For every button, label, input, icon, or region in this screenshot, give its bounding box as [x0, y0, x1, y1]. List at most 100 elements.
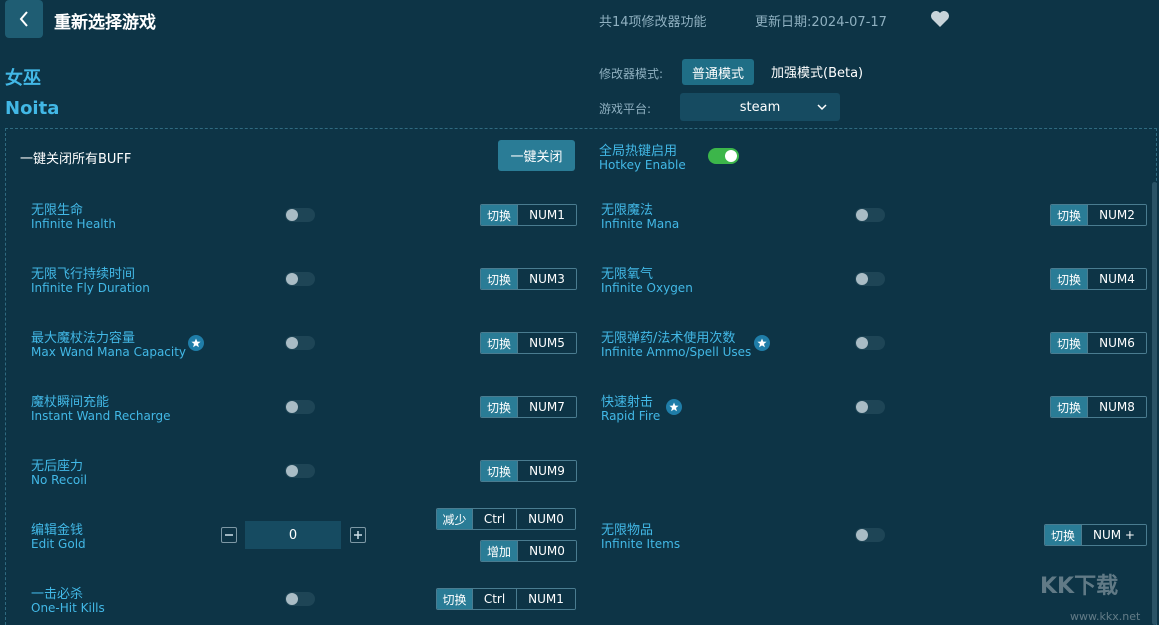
hotkey-group: 减少 Ctrl NUM0	[436, 508, 576, 530]
toggle-knob	[856, 401, 868, 413]
toggle-knob	[286, 337, 298, 349]
cheat-name-en: Rapid Fire	[601, 409, 661, 423]
decrease-action-button[interactable]: 减少	[437, 509, 472, 529]
hotkey: NUM2	[1087, 205, 1146, 225]
rapid-fire-toggle[interactable]	[855, 400, 885, 414]
hotkey-enable-label-en: Hotkey Enable	[599, 158, 686, 172]
infinite-ammo-toggle[interactable]	[855, 336, 885, 350]
update-date: 更新日期:2024-07-17	[755, 15, 887, 30]
toggle-knob	[856, 529, 868, 541]
toggle-action-button[interactable]: 切换	[1051, 397, 1087, 417]
infinite-items-toggle[interactable]	[855, 528, 885, 542]
hotkey-group: 切换 NUM +	[1044, 524, 1147, 546]
infinite-mana-toggle[interactable]	[855, 208, 885, 222]
chevron-down-icon	[817, 104, 827, 111]
plus-icon	[354, 531, 362, 539]
toggle-action-button[interactable]: 切换	[1051, 205, 1087, 225]
one-hit-kills-toggle[interactable]	[285, 592, 315, 606]
minus-icon	[225, 534, 233, 536]
toggle-knob	[286, 273, 298, 285]
hotkey-group: 切换 NUM8	[1050, 396, 1147, 418]
cheat-name-en: Max Wand Mana Capacity	[31, 345, 187, 359]
toggle-action-button[interactable]: 切换	[1045, 525, 1081, 545]
cheat-name-en: Infinite Health	[31, 217, 116, 231]
hotkey: NUM +	[1081, 525, 1146, 545]
platform-select[interactable]: steam	[680, 93, 840, 121]
cheat-name-cn: 魔杖瞬间充能	[31, 395, 110, 410]
hotkey: NUM0	[517, 541, 576, 561]
infinite-fly-duration-toggle[interactable]	[285, 272, 315, 286]
cheat-name-en: Infinite Oxygen	[601, 281, 693, 295]
increase-action-button[interactable]: 增加	[481, 541, 517, 561]
cheat-name-cn: 无限氧气	[601, 267, 654, 282]
toggle-action-button[interactable]: 切换	[1051, 269, 1087, 289]
toggle-knob	[286, 465, 298, 477]
cheat-name-cn: 一击必杀	[31, 587, 84, 602]
hotkey-group: 切换 NUM3	[480, 268, 577, 290]
close-all-label: 一键关闭所有BUFF	[20, 152, 132, 167]
toggle-action-button[interactable]: 切换	[481, 333, 517, 353]
toggle-action-button[interactable]: 切换	[481, 397, 517, 417]
feature-count: 共14项修改器功能	[599, 15, 707, 30]
toggle-action-button[interactable]: 切换	[1051, 333, 1087, 353]
cheat-name-en: Infinite Ammo/Spell Uses	[601, 345, 752, 359]
hotkey-group: 切换 NUM6	[1050, 332, 1147, 354]
hotkey: NUM9	[517, 461, 576, 481]
instant-wand-recharge-toggle[interactable]	[285, 400, 315, 414]
cheat-name-cn: 无限物品	[601, 523, 654, 538]
enhanced-mode-button[interactable]: 加强模式(Beta)	[771, 62, 863, 81]
star-icon	[188, 335, 204, 351]
hotkey: NUM1	[517, 205, 576, 225]
hotkey: NUM7	[517, 397, 576, 417]
hotkey-group: 增加 NUM0	[480, 540, 577, 562]
back-button[interactable]	[5, 0, 43, 38]
cheat-name-cn: 无限魔法	[601, 203, 654, 218]
cheat-name-cn: 无限生命	[31, 203, 84, 218]
hotkey: NUM3	[517, 269, 576, 289]
decrease-gold-button[interactable]	[221, 527, 237, 543]
hotkey-enable-toggle[interactable]	[708, 148, 739, 164]
cheat-name-cn: 快速射击	[601, 395, 654, 410]
increase-gold-button[interactable]	[350, 527, 366, 543]
hotkey-group: 切换 NUM4	[1050, 268, 1147, 290]
infinite-oxygen-toggle[interactable]	[855, 272, 885, 286]
toggle-knob	[856, 209, 868, 221]
toggle-action-button[interactable]: 切换	[481, 269, 517, 289]
toggle-action-button[interactable]: 切换	[437, 589, 472, 609]
close-all-button[interactable]: 一键关闭	[498, 140, 575, 171]
toggle-knob	[856, 273, 868, 285]
hotkey-group: 切换 NUM1	[480, 204, 577, 226]
no-recoil-toggle[interactable]	[285, 464, 315, 478]
normal-mode-button[interactable]: 普通模式	[682, 59, 754, 85]
toggle-knob	[856, 337, 868, 349]
scrollbar[interactable]	[1152, 182, 1157, 625]
hotkey-enable-label-cn: 全局热键启用	[599, 144, 678, 159]
platform-value: steam	[739, 99, 781, 115]
infinite-health-toggle[interactable]	[285, 208, 315, 222]
toggle-action-button[interactable]: 切换	[481, 461, 517, 481]
mode-label: 修改器模式:	[599, 67, 664, 81]
max-wand-mana-toggle[interactable]	[285, 336, 315, 350]
hotkey-modifier: Ctrl	[472, 509, 516, 529]
hotkey-group: 切换 NUM7	[480, 396, 577, 418]
heart-icon[interactable]	[930, 10, 950, 28]
game-name-cn: 女巫	[5, 68, 41, 89]
cheat-name-en: Infinite Fly Duration	[31, 281, 150, 295]
chevron-left-icon	[19, 11, 28, 27]
hotkey-group: 切换 Ctrl NUM1	[436, 588, 576, 610]
toggle-action-button[interactable]: 切换	[481, 205, 517, 225]
hotkey: NUM5	[517, 333, 576, 353]
cheat-name-en: Edit Gold	[31, 537, 86, 551]
cheat-name-cn: 最大魔杖法力容量	[31, 331, 136, 346]
star-icon	[666, 399, 682, 415]
cheat-name-en: One-Hit Kills	[31, 601, 105, 615]
cheat-name-en: Instant Wand Recharge	[31, 409, 171, 423]
hotkey-modifier: Ctrl	[472, 589, 516, 609]
hotkey-group: 切换 NUM5	[480, 332, 577, 354]
hotkey: NUM1	[516, 589, 575, 609]
hotkey: NUM4	[1087, 269, 1146, 289]
hotkey-group: 切换 NUM2	[1050, 204, 1147, 226]
toggle-knob	[286, 593, 298, 605]
gold-value-input[interactable]	[245, 521, 341, 549]
cheat-name-en: No Recoil	[31, 473, 87, 487]
